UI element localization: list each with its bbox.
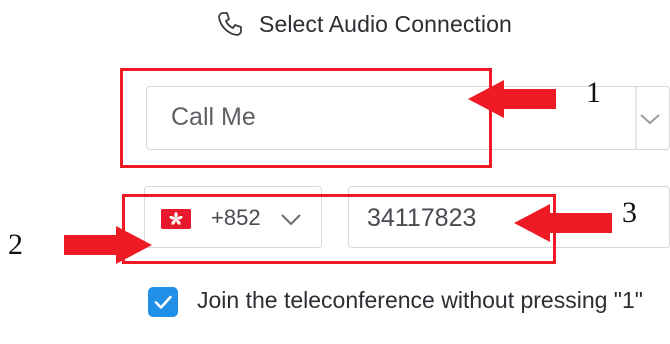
annotation-number-1: 1 <box>586 76 601 109</box>
dialog-header: Select Audio Connection <box>215 8 512 40</box>
phone-icon <box>215 9 245 39</box>
checkbox-label[interactable]: Join the teleconference without pressing… <box>197 286 657 315</box>
annotation-number-2: 2 <box>8 228 23 261</box>
chevron-down-icon[interactable] <box>637 105 663 131</box>
annotation-box-1 <box>120 68 492 168</box>
audio-connection-dialog: Select Audio Connection Call Me +852 341… <box>0 0 670 344</box>
checkmark-icon <box>154 295 172 309</box>
annotation-number-3: 3 <box>622 196 637 229</box>
dialog-title: Select Audio Connection <box>259 10 512 37</box>
join-without-pressing-1-checkbox[interactable] <box>148 287 178 317</box>
annotation-box-2 <box>122 194 556 264</box>
